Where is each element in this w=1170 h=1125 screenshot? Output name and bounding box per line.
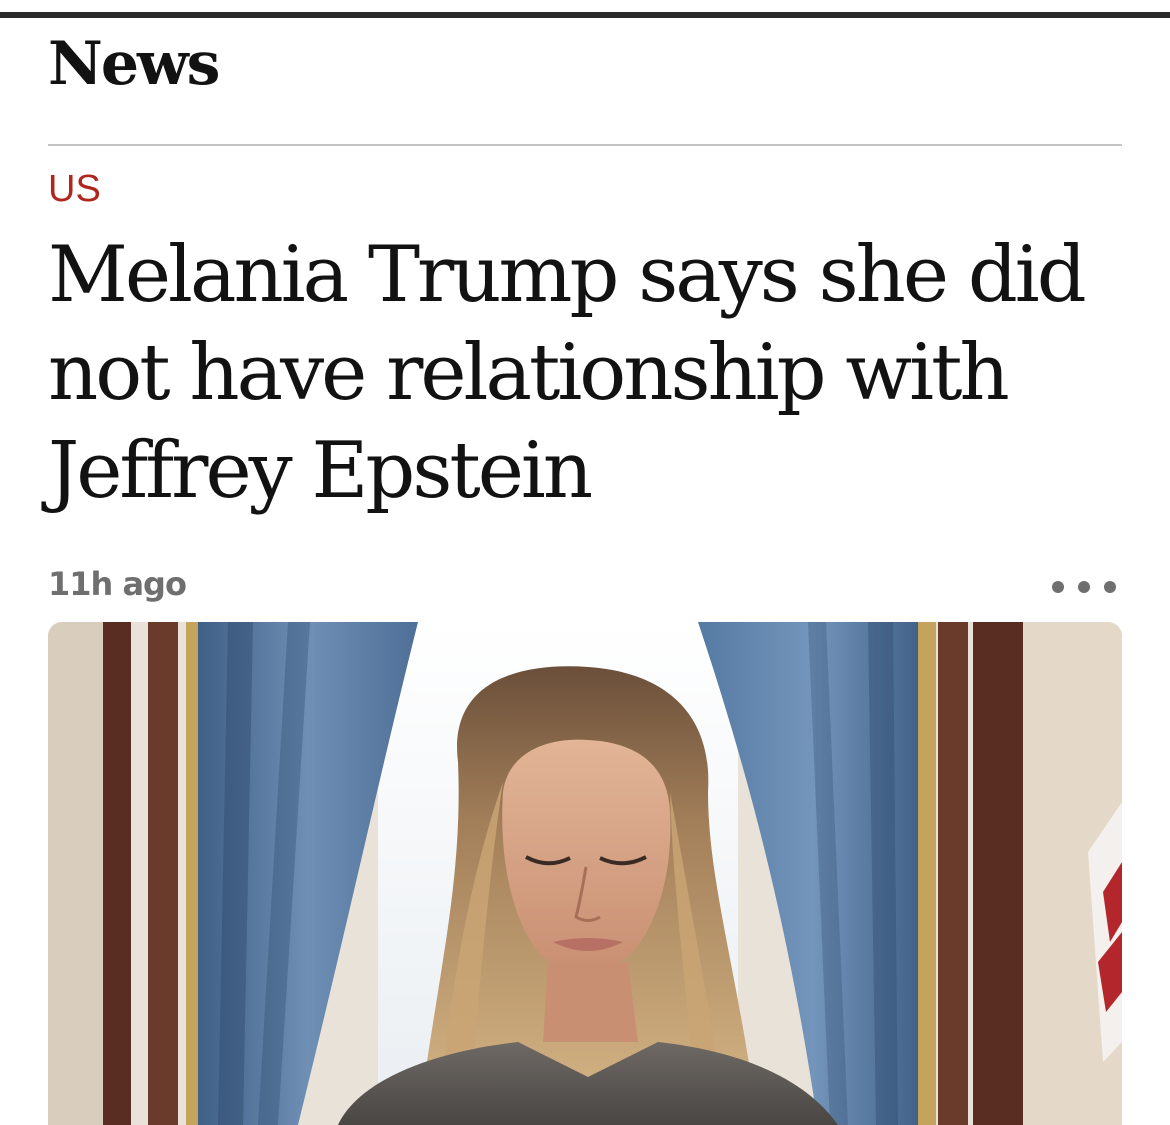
section-divider xyxy=(48,144,1122,146)
article-photo-illustration xyxy=(48,622,1122,1125)
timestamp: 11h ago xyxy=(48,565,187,603)
headline[interactable]: Melania Trump says she did not have rela… xyxy=(48,226,1138,520)
section-title: News xyxy=(48,29,220,99)
article-photo[interactable] xyxy=(48,622,1122,1125)
more-options-button[interactable] xyxy=(1052,572,1116,602)
kicker-link[interactable]: US xyxy=(48,170,101,208)
more-dot xyxy=(1104,581,1116,593)
top-rule xyxy=(0,12,1170,18)
more-horizontal-icon xyxy=(1052,581,1064,593)
more-dot xyxy=(1078,581,1090,593)
